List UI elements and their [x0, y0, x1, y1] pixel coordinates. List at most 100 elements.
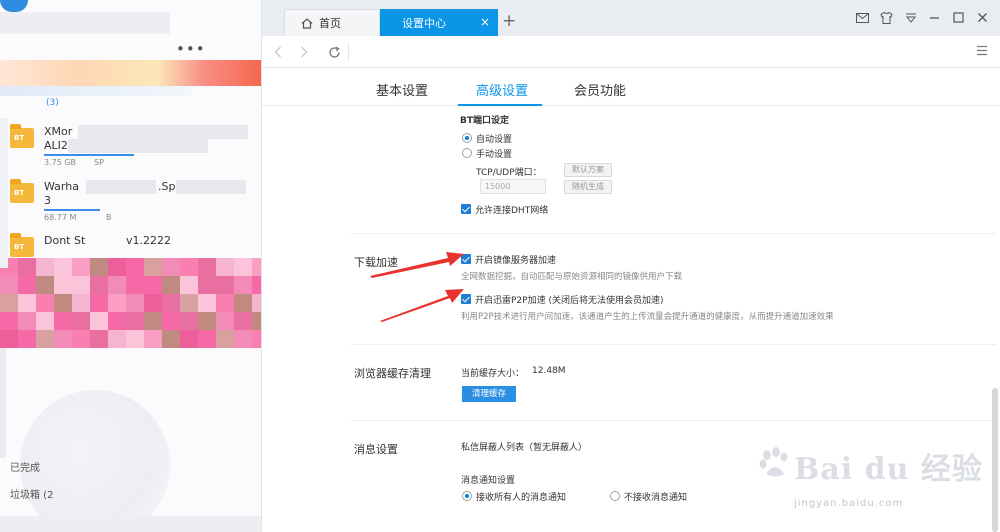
mosaic-cell — [0, 312, 18, 330]
more-options-icon[interactable]: ••• — [176, 40, 206, 58]
annotation-arrow-icon — [380, 289, 464, 322]
accept-all-radio[interactable] — [462, 491, 472, 501]
mosaic-cell — [72, 330, 90, 348]
mosaic-cell — [126, 330, 144, 348]
watermark-url: jingyan.baidu.com — [794, 498, 904, 509]
mosaic-cell — [144, 312, 162, 330]
maximize-icon[interactable] — [951, 10, 966, 25]
refresh-icon[interactable] — [326, 44, 342, 60]
task-speed: B — [106, 213, 112, 222]
tab-close-icon[interactable]: × — [480, 15, 490, 29]
cache-size-value: 12.48M — [532, 366, 566, 376]
bt-manual-radio[interactable] — [462, 148, 472, 158]
reject-notify-radio[interactable] — [610, 491, 620, 501]
bt-manual-label: 手动设置 — [476, 150, 513, 160]
mosaic-cell — [198, 258, 216, 276]
bt-auto-label: 自动设置 — [476, 135, 513, 145]
mosaic-cell — [234, 312, 252, 330]
mosaic-cell — [0, 294, 18, 312]
hamburger-menu-icon[interactable] — [976, 45, 988, 59]
task-name-line2: ALI2 — [44, 139, 68, 152]
pixelated-region — [0, 12, 170, 34]
clear-cache-button[interactable]: 清理缓存 — [462, 386, 516, 402]
mosaic-cell — [216, 276, 234, 294]
minimize-icon[interactable] — [927, 10, 942, 25]
subtab-basic[interactable]: 基本设置 — [376, 80, 428, 99]
tab-settings-center[interactable]: 设置中心 × — [380, 9, 498, 36]
tab-home[interactable]: 首页 — [284, 9, 380, 36]
task-name-suffix: .Sp — [158, 180, 176, 193]
mosaic-cell — [90, 294, 108, 312]
subtab-member[interactable]: 会员功能 — [574, 80, 626, 99]
mosaic-cell — [18, 276, 36, 294]
mosaic-cell — [198, 294, 216, 312]
mosaic-cell — [216, 258, 234, 276]
mosaic-cell — [162, 330, 180, 348]
default-scheme-button[interactable]: 默认方案 — [564, 163, 612, 177]
pixelated-region — [176, 180, 246, 194]
completed-nav[interactable]: 已完成 — [10, 459, 40, 474]
mail-icon[interactable] — [855, 10, 870, 25]
shirt-icon[interactable] — [879, 10, 894, 25]
task-item[interactable]: BT XMor ALI2 3.75 GB SP — [10, 124, 254, 173]
pixelated-region — [0, 60, 261, 86]
p2p-accel-desc: 利用P2P技术进行用户间加速，该通道产生的上传流量会提升通道的健康度，从而提升通… — [461, 312, 834, 322]
watermark-text: Bai du 经验 — [794, 452, 983, 487]
task-item[interactable]: BT Warha .Sp 3 68.77 M B — [10, 179, 254, 228]
mosaic-cell — [180, 276, 198, 294]
mosaic-cell — [36, 258, 54, 276]
mosaic-cell — [234, 330, 252, 348]
browser-toolbar — [262, 36, 1000, 68]
bt-auto-radio[interactable] — [462, 133, 472, 143]
mosaic-cell — [18, 330, 36, 348]
mosaic-cell — [234, 276, 252, 294]
mosaic-cell — [36, 294, 54, 312]
mosaic-cell — [234, 258, 252, 276]
toolbar-divider — [348, 42, 349, 62]
mosaic-cell — [216, 294, 234, 312]
back-icon[interactable] — [270, 44, 286, 60]
mosaic-cell — [108, 294, 126, 312]
mosaic-cell — [252, 294, 261, 312]
pixelated-region — [0, 86, 192, 96]
dropdown-icon[interactable] — [903, 10, 918, 25]
mosaic-cell — [36, 276, 54, 294]
cache-size-label: 当前缓存大小： — [461, 369, 525, 379]
tab-settings-label: 设置中心 — [402, 16, 446, 30]
mosaic-cell — [126, 258, 144, 276]
mosaic-cell — [252, 258, 261, 276]
dht-checkbox[interactable] — [461, 204, 471, 214]
mirror-accel-label: 开启镜像服务器加速 — [475, 256, 557, 266]
mosaic-cell — [162, 258, 180, 276]
task-speed: SP — [94, 158, 104, 167]
random-generate-button[interactable]: 随机生成 — [564, 180, 612, 194]
subtab-advanced[interactable]: 高级设置 — [476, 80, 528, 99]
task-progress-bar — [44, 154, 134, 156]
task-size: 3.75 GB — [44, 158, 77, 167]
window-controls — [855, 10, 990, 25]
trash-nav[interactable]: 垃圾箱 (2 — [10, 486, 53, 501]
mosaic-cell — [198, 312, 216, 330]
blocked-list-label[interactable]: 私信屏蔽人列表（暂无屏蔽人） — [461, 440, 587, 453]
notify-settings-title: 消息通知设置 — [461, 476, 516, 486]
settings-subtabs: 基本设置 高级设置 会员功能 — [262, 68, 1000, 106]
mosaic-cell — [180, 330, 198, 348]
paw-icon — [759, 447, 788, 477]
port-input[interactable]: 15000 — [480, 179, 546, 194]
mosaic-cell — [108, 312, 126, 330]
mosaic-cell — [108, 276, 126, 294]
mosaic-cell — [108, 330, 126, 348]
mosaic-cell — [144, 330, 162, 348]
mosaic-cell — [198, 276, 216, 294]
forward-icon[interactable] — [296, 44, 312, 60]
app-window: ••• (3) BT XMor ALI2 3.75 GB SP BT Warha… — [0, 0, 1000, 532]
baidu-watermark: Bai du 经验 jingyan.baidu.com — [758, 444, 998, 530]
tab-bar: 首页 设置中心 × + — [262, 0, 1000, 36]
close-icon[interactable] — [975, 10, 990, 25]
pixelated-region — [68, 139, 208, 153]
mosaic-cell — [0, 330, 18, 348]
mosaic-cell — [54, 330, 72, 348]
new-tab-icon[interactable]: + — [502, 13, 516, 30]
mosaic-cell — [252, 312, 261, 330]
mosaic-cell — [54, 258, 72, 276]
